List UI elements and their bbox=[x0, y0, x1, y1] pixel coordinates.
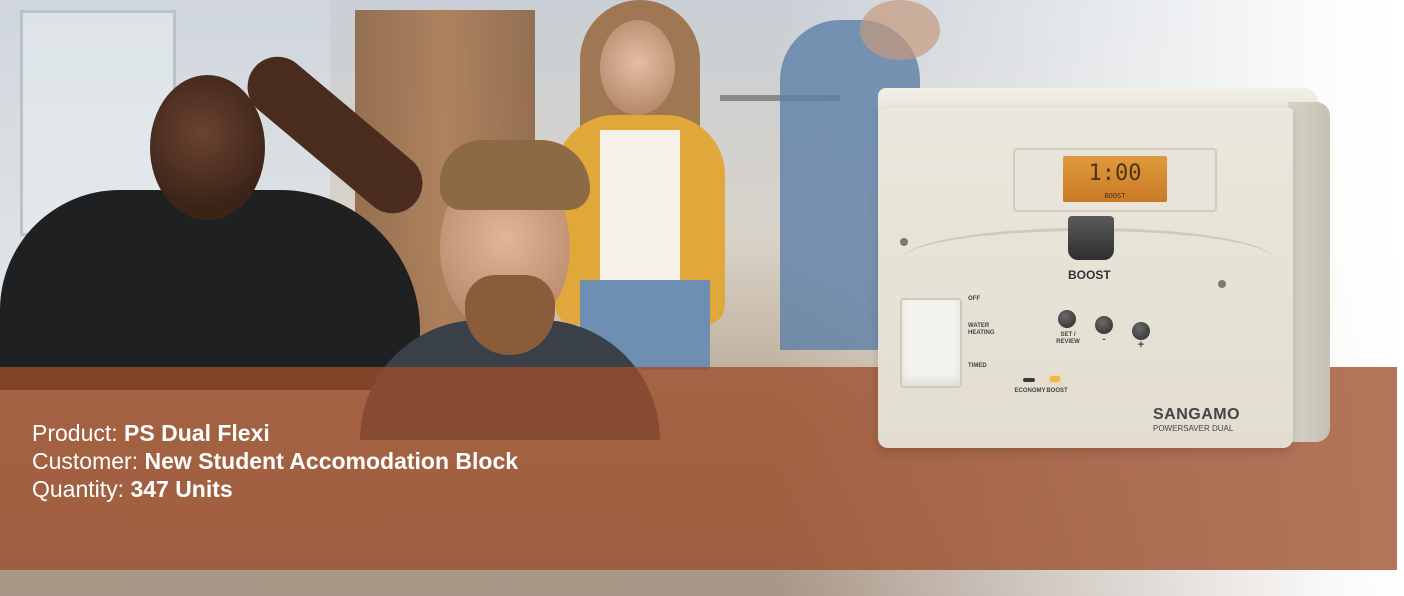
case-study-details: Product: PS Dual Flexi Customer: New Stu… bbox=[32, 419, 518, 503]
person-man-left-body bbox=[0, 190, 420, 390]
economy-label: ECONOMY bbox=[1014, 388, 1046, 394]
lcd-readout: 1:00 bbox=[1088, 161, 1142, 186]
switch-label-timed: TIMED bbox=[968, 363, 987, 369]
screw-left-icon bbox=[900, 238, 908, 246]
economy-led-icon bbox=[1023, 378, 1035, 382]
product-label: Product: bbox=[32, 420, 118, 446]
plus-label: + bbox=[1137, 339, 1145, 351]
customer-line: Customer: New Student Accomodation Block bbox=[32, 447, 518, 475]
person-standing-right-head bbox=[860, 0, 940, 60]
quantity-value: 347 Units bbox=[130, 476, 233, 502]
device-side-surface bbox=[1288, 102, 1330, 442]
product-value: PS Dual Flexi bbox=[124, 420, 270, 446]
minus-button-graphic bbox=[1095, 316, 1113, 334]
quantity-line: Quantity: 347 Units bbox=[32, 475, 518, 503]
customer-value: New Student Accomodation Block bbox=[144, 448, 519, 474]
brand-subtitle: POWERSAVER DUAL bbox=[1153, 424, 1234, 433]
minus-label: - bbox=[1102, 334, 1106, 345]
person-man-center-hair bbox=[440, 140, 590, 210]
switch-label-off: OFF bbox=[968, 296, 980, 302]
boost-led-icon bbox=[1050, 376, 1060, 382]
rocker-switch-graphic bbox=[900, 298, 962, 388]
boost-led-label: BOOST bbox=[1046, 388, 1068, 394]
lcd-display: 1:00 BOOST bbox=[1063, 156, 1167, 202]
boost-button-graphic bbox=[1068, 216, 1114, 260]
product-line: Product: PS Dual Flexi bbox=[32, 419, 518, 447]
lcd-frame: 1:00 BOOST bbox=[1013, 148, 1217, 212]
brand-name: SANGAMO bbox=[1153, 406, 1241, 423]
set-review-label: SET / REVIEW bbox=[1056, 332, 1080, 345]
plus-button-graphic bbox=[1132, 322, 1150, 340]
screw-right-icon bbox=[1218, 280, 1226, 288]
person-woman-head bbox=[600, 20, 675, 115]
lcd-subtext: BOOST bbox=[1104, 192, 1126, 200]
boost-label: BOOST bbox=[1068, 268, 1111, 282]
person-man-left-head bbox=[150, 75, 265, 220]
hero-banner: 1:00 BOOST BOOST OFF WATER HEATING TIMED… bbox=[0, 0, 1404, 596]
customer-label: Customer: bbox=[32, 448, 139, 474]
product-image-controller: 1:00 BOOST BOOST OFF WATER HEATING TIMED… bbox=[878, 88, 1330, 448]
brand-logo: SANGAMO POWERSAVER DUAL bbox=[1153, 406, 1240, 433]
device-front-panel: 1:00 BOOST BOOST OFF WATER HEATING TIMED… bbox=[878, 108, 1293, 448]
switch-label-water-heating: WATER HEATING bbox=[968, 323, 995, 336]
quantity-label: Quantity: bbox=[32, 476, 125, 502]
set-review-button-graphic bbox=[1058, 310, 1076, 328]
person-woman-top bbox=[600, 130, 680, 280]
